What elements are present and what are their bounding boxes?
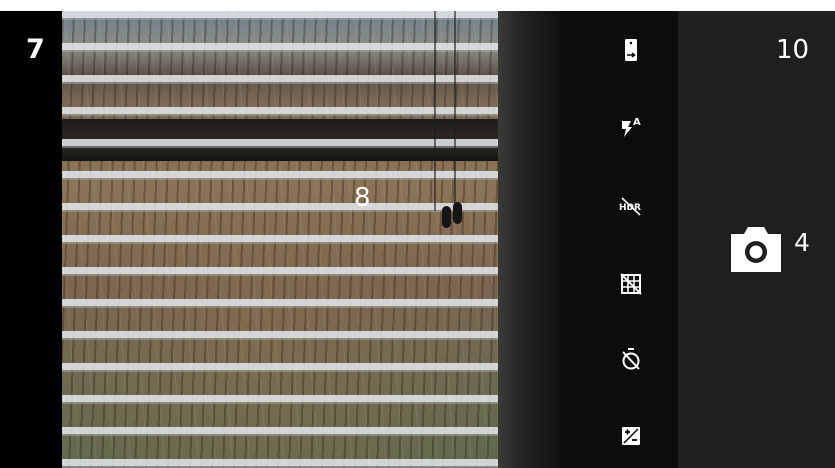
blind-tassel <box>453 202 462 224</box>
hdr-off-icon[interactable]: HDR <box>619 194 643 218</box>
camera-icon <box>731 227 781 272</box>
switch-camera-icon[interactable] <box>619 38 643 62</box>
camera-screen: 7 8 6 A 5 HDR 3 <box>0 11 835 468</box>
settings-bar <box>560 11 678 468</box>
label-viewfinder-center: 8 <box>354 183 371 213</box>
window-blinds <box>62 11 532 468</box>
camera-shutter-button[interactable] <box>729 222 783 276</box>
camera-viewfinder[interactable]: 8 <box>62 11 560 468</box>
label-shutter: 4 <box>794 228 810 257</box>
timer-off-icon[interactable] <box>619 347 643 371</box>
grid-off-icon[interactable] <box>619 272 643 296</box>
blind-cord <box>434 11 436 211</box>
window-frame-side <box>498 11 560 468</box>
exposure-icon[interactable] <box>619 424 643 448</box>
blind-tassel <box>442 206 451 228</box>
label-left-top: 7 <box>26 34 45 65</box>
flash-auto-icon[interactable]: A <box>619 115 643 139</box>
svg-text:A: A <box>633 117 641 128</box>
label-panel-top-right: 10 <box>776 35 810 65</box>
blind-cord <box>454 11 456 211</box>
